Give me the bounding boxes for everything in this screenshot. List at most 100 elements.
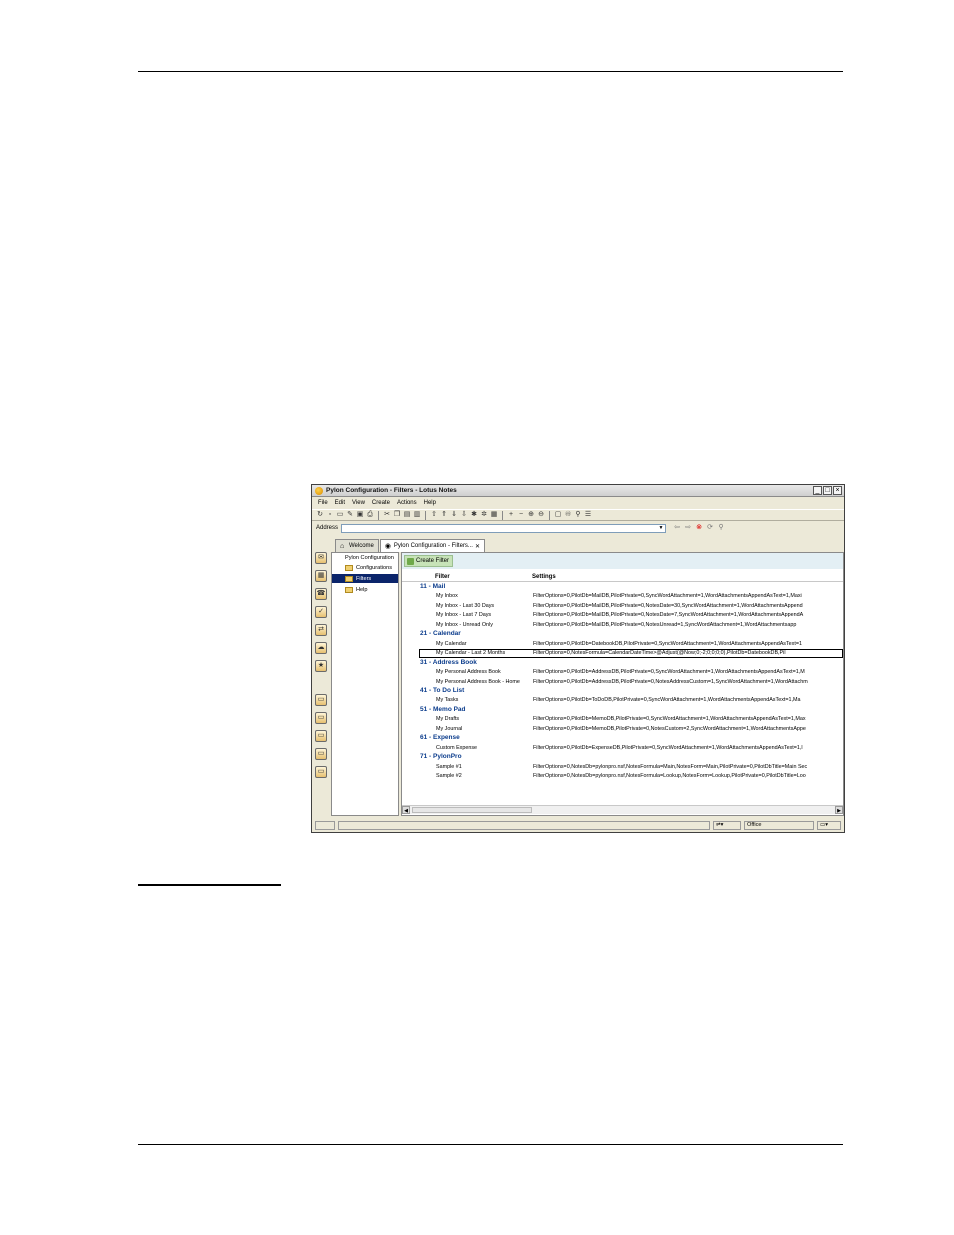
menu-bar: File Edit View Create Actions Help (312, 498, 844, 508)
close-tab-icon[interactable]: ✕ (475, 543, 480, 550)
bookmark-folder-icon[interactable]: ▭ (315, 694, 327, 706)
scroll-left-icon[interactable]: ◀ (402, 806, 410, 814)
filter-row[interactable]: My Journal FilterOptions=0,PilotDb=MemoDB… (402, 725, 843, 734)
bookmark-folder-icon[interactable]: ▭ (315, 730, 327, 742)
category-row[interactable]: 51 - Memo Pad (402, 706, 843, 715)
category-row[interactable]: 71 - PylonPro (402, 753, 843, 762)
filter-row[interactable]: My Inbox FilterOptions=0,PilotDb=MailDB,P… (402, 592, 843, 601)
paste-special-icon[interactable]: ▥ (413, 511, 421, 519)
column-filter[interactable]: Filter (435, 574, 450, 580)
preview-icon[interactable]: ▣ (356, 511, 364, 519)
todo-icon[interactable]: ✓ (315, 606, 327, 618)
scroll-thumb[interactable] (412, 807, 532, 813)
paste-icon[interactable]: ▤ (403, 511, 411, 519)
menu-view[interactable]: View (352, 500, 365, 506)
contacts-icon[interactable]: ☎ (315, 588, 327, 600)
reload-icon[interactable]: ⟳ (706, 524, 714, 532)
stop-icon[interactable]: ⊗ (695, 524, 703, 532)
category-row[interactable]: 61 - Expense (402, 734, 843, 743)
filter-row[interactable]: Sample #2 FilterOptions=0,NotesDb=pylonpr… (402, 772, 843, 781)
scroll-right-icon[interactable]: ▶ (835, 806, 843, 814)
menu-file[interactable]: File (318, 500, 328, 506)
nav-item-filters[interactable]: Filters (332, 574, 398, 583)
location-select[interactable]: Office (744, 821, 814, 830)
filter-row[interactable]: My Inbox - Last 7 Days FilterOptions=0,Pi… (402, 611, 843, 620)
mail-icon[interactable]: ✉ (315, 552, 327, 564)
navigate-down-icon[interactable]: ⇓ (450, 511, 458, 519)
nav-item-help[interactable]: Help (332, 585, 398, 594)
create-filter-button[interactable]: Create Filter (404, 555, 454, 567)
new-document-icon[interactable]: ▫ (326, 511, 334, 519)
unread-icon[interactable]: ✱ (470, 511, 478, 519)
open-folder-icon[interactable]: ▭ (336, 511, 344, 519)
cut-icon[interactable]: ✂ (383, 511, 391, 519)
forward-icon[interactable]: ⇨ (684, 524, 692, 532)
binoculars-icon[interactable]: ♾ (564, 511, 572, 519)
filter-row[interactable]: My Inbox - Unread Only FilterOptions=0,Pi… (402, 621, 843, 630)
column-settings[interactable]: Settings (532, 574, 556, 580)
category-row[interactable]: 21 - Calendar (402, 630, 843, 639)
connection-icon[interactable]: ⇌▾ (713, 821, 741, 830)
filter-row[interactable]: Custom Expense FilterOptions=0,PilotDb=Ex… (402, 744, 843, 753)
search-icon[interactable]: ⚲ (574, 511, 582, 519)
print-icon[interactable]: ⎙ (366, 511, 374, 519)
address-input[interactable]: ▼ (341, 523, 667, 533)
navigator-pane: Pylon Configuration Configurations Filte… (331, 552, 399, 816)
refresh-icon[interactable]: ↻ (316, 511, 324, 519)
show-preview-icon[interactable]: ▢ (554, 511, 562, 519)
filter-row[interactable]: My Tasks FilterOptions=0,PilotDb=ToDoDB,P… (402, 696, 843, 705)
status-bar: ⇌▾ Office ▭▾ (312, 819, 844, 832)
navigate-first-icon[interactable]: ⇧ (430, 511, 438, 519)
copy-icon[interactable]: ❐ (393, 511, 401, 519)
menu-help[interactable]: Help (424, 500, 436, 506)
category-label: 61 - Expense (420, 734, 460, 742)
maximize-button[interactable]: □ (823, 486, 832, 495)
menu-actions[interactable]: Actions (397, 500, 417, 506)
filter-row[interactable]: My Personal Address Book FilterOptions=0,… (402, 668, 843, 677)
filter-row[interactable]: My Calendar FilterOptions=0,PilotDb=Dateb… (402, 640, 843, 649)
navigate-up-icon[interactable]: ⇑ (440, 511, 448, 519)
inbox-status-icon[interactable]: ▭▾ (817, 821, 841, 830)
calendar-icon[interactable]: ▦ (490, 511, 498, 519)
favorites-icon[interactable]: ★ (315, 660, 327, 672)
chat-icon[interactable]: ☁ (315, 642, 327, 654)
back-icon[interactable]: ⇦ (673, 524, 681, 532)
category-row[interactable]: 31 - Address Book (402, 659, 843, 668)
page-footer-rule (138, 1144, 843, 1145)
chevron-down-icon[interactable]: ▼ (657, 525, 665, 532)
view-pane: Create Filter Filter Settings 11 - Mail M… (401, 552, 844, 816)
replicator-icon[interactable]: ⇄ (315, 624, 327, 636)
edit-pencil-icon[interactable]: ✎ (346, 511, 354, 519)
expand-icon[interactable]: + (507, 511, 515, 519)
filter-row[interactable]: My Inbox - Last 30 Days FilterOptions=0,P… (402, 602, 843, 611)
close-button[interactable]: × (833, 486, 842, 495)
bookmark-folder-icon[interactable]: ▭ (315, 748, 327, 760)
category-row[interactable]: 11 - Mail (402, 583, 843, 592)
properties-icon[interactable]: ☰ (584, 511, 592, 519)
filter-row[interactable]: Sample #1 FilterOptions=0,NotesDb=pylonpr… (402, 763, 843, 772)
tab-welcome[interactable]: ⌂ Welcome (335, 539, 379, 552)
filter-row[interactable]: My Personal Address Book - Home FilterOpt… (402, 678, 843, 687)
filter-row[interactable]: My Calendar - Last 2 Months FilterOptions… (419, 649, 843, 659)
filter-name: My Inbox - Unread Only (436, 621, 493, 628)
tab-pylon-configuration[interactable]: ◉ Pylon Configuration - Filters... ✕ (379, 539, 485, 552)
nav-item-configurations[interactable]: Configurations (332, 563, 398, 572)
filter-row[interactable]: My Drafts FilterOptions=0,PilotDb=MemoDB,… (402, 715, 843, 724)
status-message (338, 821, 710, 830)
mark-read-icon[interactable]: ✲ (480, 511, 488, 519)
menu-create[interactable]: Create (372, 500, 390, 506)
horizontal-scrollbar[interactable]: ◀ ▶ (402, 805, 843, 814)
collapse-icon[interactable]: − (517, 511, 525, 519)
calendar-bookmark-icon[interactable]: ▦ (315, 570, 327, 582)
filter-settings: FilterOptions=0,NotesFormula=CalendarDat… (533, 650, 786, 657)
menu-edit[interactable]: Edit (335, 500, 345, 506)
navigate-next-icon[interactable]: ⇩ (460, 511, 468, 519)
bookmark-folder-icon[interactable]: ▭ (315, 712, 327, 724)
expand-all-icon[interactable]: ⊕ (527, 511, 535, 519)
web-search-icon[interactable]: ⚲ (717, 524, 725, 532)
minimize-button[interactable]: _ (813, 486, 822, 495)
nav-root[interactable]: Pylon Configuration (332, 553, 398, 562)
bookmark-folder-icon[interactable]: ▭ (315, 766, 327, 778)
category-row[interactable]: 41 - To Do List (402, 687, 843, 696)
collapse-all-icon[interactable]: ⊖ (537, 511, 545, 519)
